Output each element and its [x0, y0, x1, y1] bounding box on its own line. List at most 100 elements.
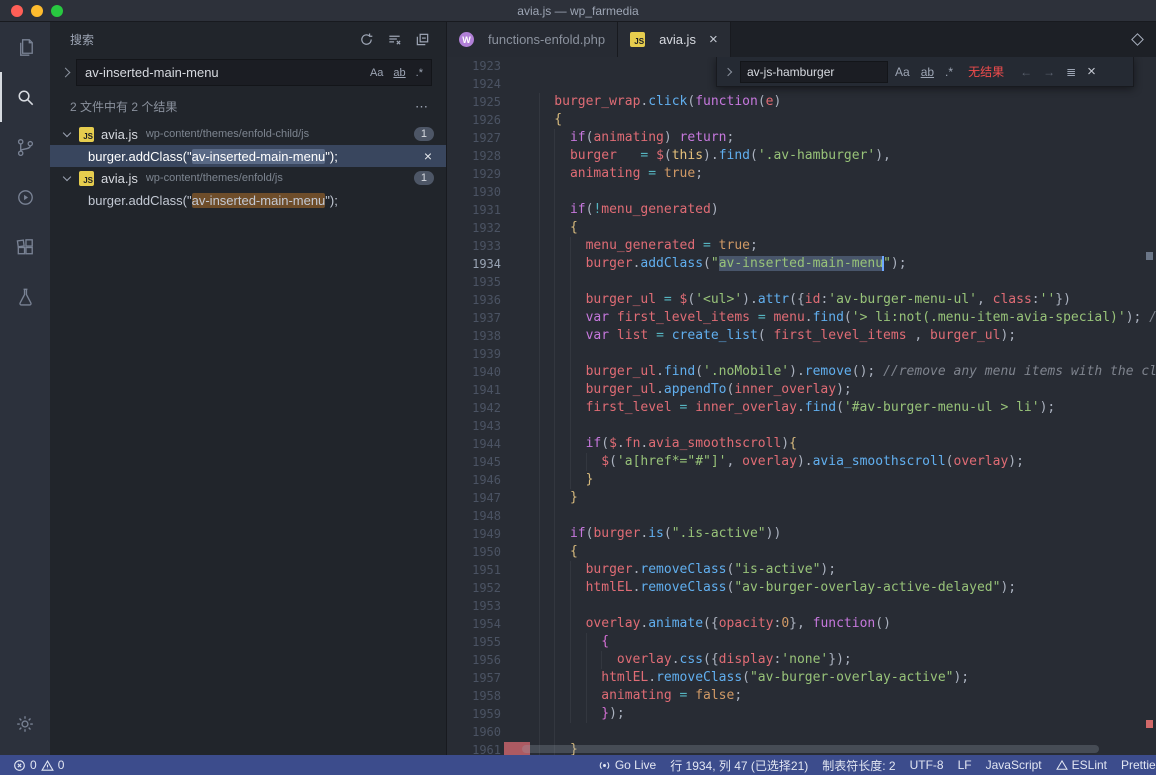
code-line[interactable]: 1938var list = create_list( first_level_… — [447, 327, 1156, 345]
go-live-button[interactable]: Go Live — [591, 755, 663, 775]
find-input[interactable] — [740, 61, 888, 83]
toggle-replace-chevron[interactable] — [61, 68, 71, 78]
vertical-scrollbar[interactable] — [1143, 57, 1156, 755]
code-line[interactable]: 1934burger.addClass("av-inserted-main-me… — [447, 255, 1156, 273]
tab-functions-enfold-php[interactable]: W functions-enfold.php — [447, 22, 618, 57]
regex-toggle[interactable]: .* — [412, 65, 427, 81]
code-line[interactable]: 1948 — [447, 507, 1156, 525]
code-line[interactable]: 1937var first_level_items = menu.find('>… — [447, 309, 1156, 327]
close-window-button[interactable] — [11, 5, 23, 17]
code-line[interactable]: 1932{ — [447, 219, 1156, 237]
match-case-toggle[interactable]: Aa — [366, 65, 387, 81]
result-file-row[interactable]: JS avia.js wp-content/themes/enfold/js 1 — [50, 167, 446, 189]
problems-indicator[interactable]: 0 0 — [6, 755, 71, 775]
code-line[interactable]: 1945$('a[href*="#"]', overlay).avia_smoo… — [447, 453, 1156, 471]
code-line[interactable]: 1954overlay.animate({opacity:0}, functio… — [447, 615, 1156, 633]
refresh-icon[interactable] — [359, 32, 374, 47]
find-in-selection-icon[interactable]: ≣ — [1062, 63, 1080, 81]
code-line[interactable]: 1925burger_wrap.click(function(e) — [447, 93, 1156, 111]
editor-actions-icon[interactable] — [1131, 33, 1144, 46]
code-line[interactable]: 1955{ — [447, 633, 1156, 651]
code-line[interactable]: 1929animating = true; — [447, 165, 1156, 183]
code-line[interactable]: 1958animating = false; — [447, 687, 1156, 705]
search-icon[interactable] — [0, 72, 50, 122]
gear-icon[interactable] — [0, 699, 50, 749]
code-line[interactable]: 1933menu_generated = true; — [447, 237, 1156, 255]
find-widget: Aa ab .* 无结果 ← → ≣ × — [716, 57, 1134, 87]
window-title: avia.js — wp_farmedia — [0, 4, 1156, 18]
minimize-window-button[interactable] — [31, 5, 43, 17]
result-file-row[interactable]: JS avia.js wp-content/themes/enfold-chil… — [50, 123, 446, 145]
search-input[interactable] — [85, 65, 364, 80]
whole-word-toggle[interactable]: ab — [389, 65, 409, 81]
regex-toggle[interactable]: .* — [941, 63, 957, 81]
horizontal-scrollbar[interactable] — [522, 745, 1142, 753]
match-highlight: av-inserted-main-menu — [192, 193, 326, 208]
extensions-icon[interactable] — [0, 222, 50, 272]
php-file-icon: W — [459, 32, 474, 47]
code-line[interactable]: 1943 — [447, 417, 1156, 435]
language-mode[interactable]: JavaScript — [979, 755, 1049, 775]
search-result-match[interactable]: burger.addClass("av-inserted-main-menu")… — [50, 189, 446, 211]
prettier-status[interactable]: Prettier — [1114, 755, 1156, 775]
code-line[interactable]: 1927if(animating) return; — [447, 129, 1156, 147]
search-result-match[interactable]: burger.addClass("av-inserted-main-menu")… — [50, 145, 446, 167]
line-number: 1925 — [447, 93, 501, 111]
previous-match-icon[interactable]: ← — [1016, 63, 1036, 81]
code-line[interactable]: 1956overlay.css({display:'none'}); — [447, 651, 1156, 669]
code-line[interactable]: 1930 — [447, 183, 1156, 201]
collapse-all-icon[interactable] — [415, 32, 430, 47]
source-control-icon[interactable] — [0, 122, 50, 172]
code-line[interactable]: 1949if(burger.is(".is-active")) — [447, 525, 1156, 543]
zoom-window-button[interactable] — [51, 5, 63, 17]
code-line[interactable]: 1940burger_ul.find('.noMobile').remove()… — [447, 363, 1156, 381]
code-editor[interactable]: 192319241925burger_wrap.click(function(e… — [447, 57, 1156, 755]
testing-icon[interactable] — [0, 272, 50, 322]
chevron-down-icon — [63, 172, 71, 180]
toggle-replace-chevron[interactable] — [724, 67, 732, 75]
whole-word-toggle[interactable]: ab — [917, 63, 938, 81]
title-bar: avia.js — wp_farmedia — [0, 0, 1156, 22]
run-debug-icon[interactable] — [0, 172, 50, 222]
line-number: 1944 — [447, 435, 501, 453]
js-file-icon: JS — [79, 127, 94, 142]
close-tab-icon[interactable]: × — [709, 32, 718, 47]
code-line[interactable]: 1953 — [447, 597, 1156, 615]
encoding-setting[interactable]: UTF-8 — [903, 755, 951, 775]
code-line[interactable]: 1941burger_ul.appendTo(inner_overlay); — [447, 381, 1156, 399]
code-line[interactable]: 1957htmlEL.removeClass("av-burger-overla… — [447, 669, 1156, 687]
search-sidebar: 搜索 Aa ab .* 2 文件中有 2 个结果 ⋯ — [50, 22, 447, 755]
dismiss-result-icon[interactable]: × — [424, 149, 432, 163]
code-line[interactable]: 1936burger_ul = $('<ul>').attr({id:'av-b… — [447, 291, 1156, 309]
eslint-status[interactable]: ESLint — [1049, 755, 1114, 775]
clear-results-icon[interactable] — [387, 32, 402, 47]
code-line[interactable]: 1926{ — [447, 111, 1156, 129]
code-line[interactable]: 1960 — [447, 723, 1156, 741]
more-actions-icon[interactable]: ⋯ — [415, 99, 430, 115]
cursor-position[interactable]: 行 1934, 列 47 (已选择21) — [663, 755, 815, 775]
overview-ruler-mark — [1146, 252, 1153, 260]
sidebar-title: 搜索 — [70, 31, 94, 48]
line-number: 1945 — [447, 453, 501, 471]
next-match-icon[interactable]: → — [1039, 63, 1059, 81]
code-line[interactable]: 1939 — [447, 345, 1156, 363]
code-line[interactable]: 1950{ — [447, 543, 1156, 561]
code-line[interactable]: 1942first_level = inner_overlay.find('#a… — [447, 399, 1156, 417]
code-line[interactable]: 1928burger = $(this).find('.av-hamburger… — [447, 147, 1156, 165]
code-line[interactable]: 1944if($.fn.avia_smoothscroll){ — [447, 435, 1156, 453]
code-line[interactable]: 1952htmlEL.removeClass("av-burger-overla… — [447, 579, 1156, 597]
tab-avia-js[interactable]: JS avia.js × — [618, 22, 731, 57]
code-line[interactable]: 1951burger.removeClass("is-active"); — [447, 561, 1156, 579]
match-case-toggle[interactable]: Aa — [891, 63, 914, 81]
close-find-icon[interactable]: × — [1083, 62, 1100, 81]
line-number: 1936 — [447, 291, 501, 309]
code-line[interactable]: 1935 — [447, 273, 1156, 291]
line-number: 1930 — [447, 183, 501, 201]
code-line[interactable]: 1947} — [447, 489, 1156, 507]
code-line[interactable]: 1931if(!menu_generated) — [447, 201, 1156, 219]
eol-setting[interactable]: LF — [951, 755, 979, 775]
code-line[interactable]: 1946} — [447, 471, 1156, 489]
indentation-setting[interactable]: 制表符长度: 2 — [815, 755, 902, 775]
explorer-icon[interactable] — [0, 22, 50, 72]
code-line[interactable]: 1959}); — [447, 705, 1156, 723]
